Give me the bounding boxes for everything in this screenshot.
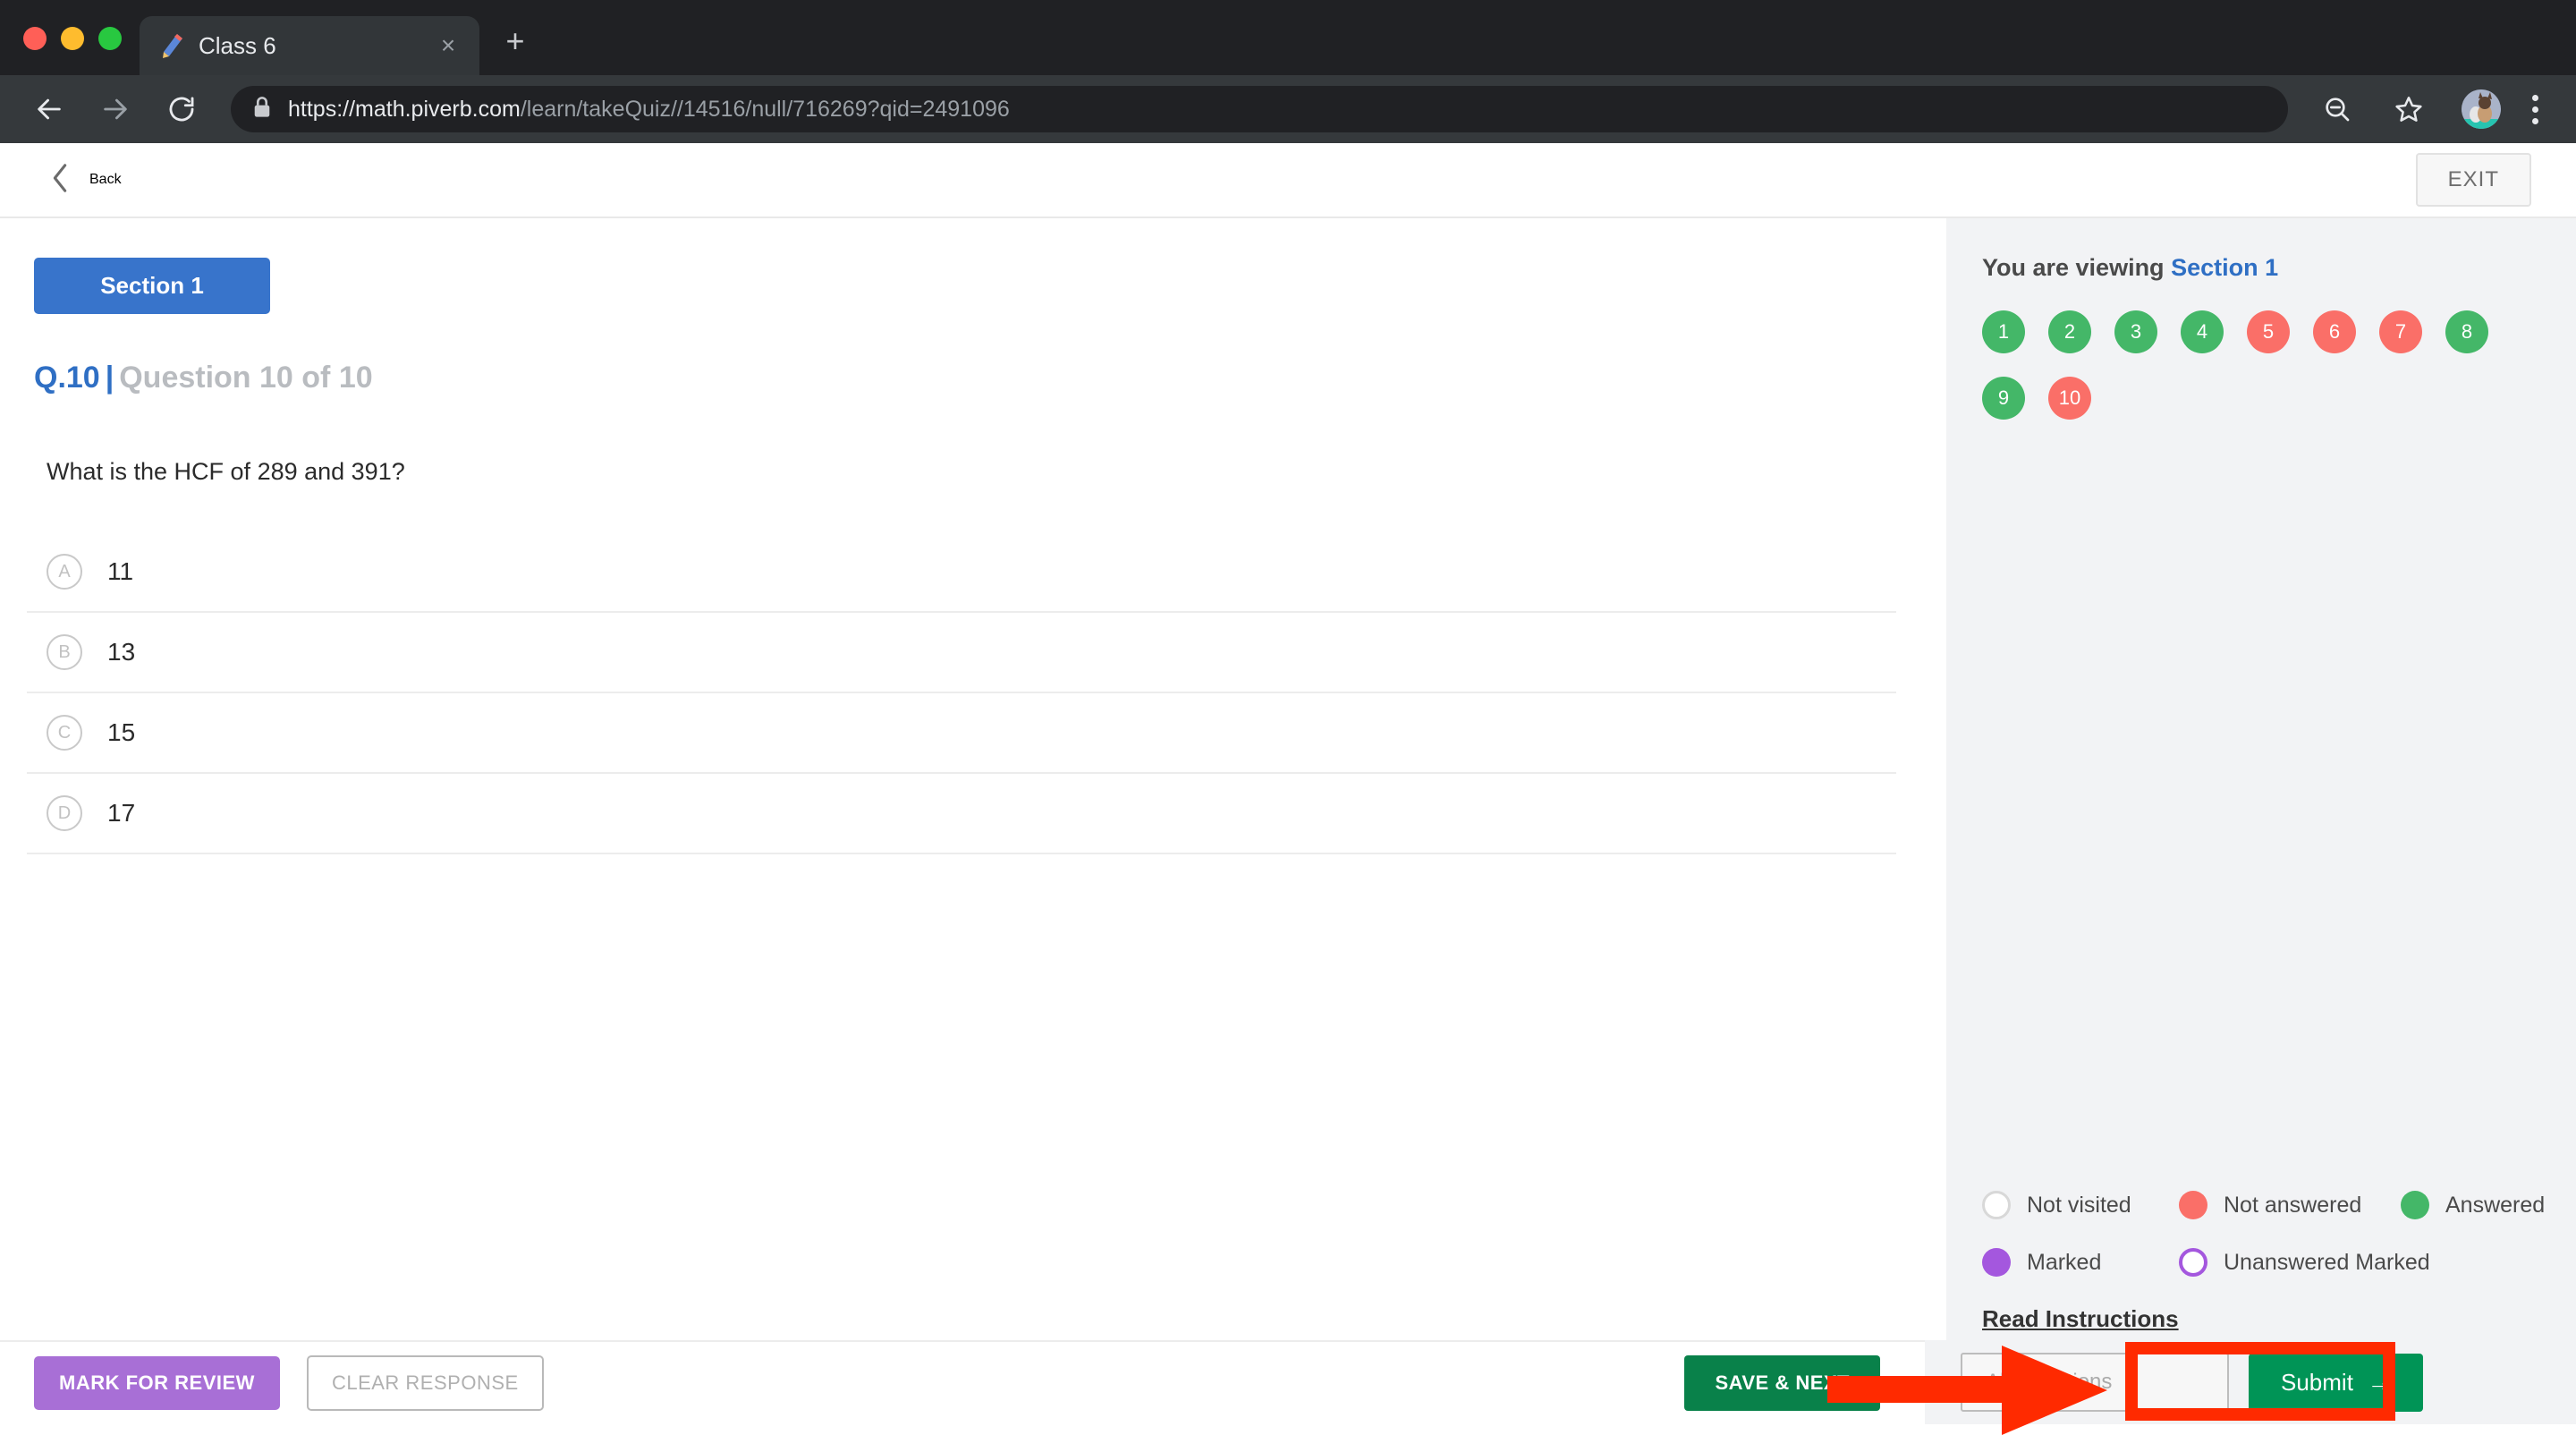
back-label: Back: [89, 172, 122, 187]
marked-dot-icon: [1982, 1248, 2011, 1277]
legend-label: Unanswered Marked: [2224, 1249, 2430, 1275]
tab-title: Class 6: [199, 31, 276, 59]
browser-chrome: Class 6 × + https://math.piverb.com/lear…: [0, 0, 2576, 143]
option-row[interactable]: C 15: [27, 693, 1896, 774]
minimize-window-button[interactable]: [61, 27, 84, 50]
section-tab-button[interactable]: Section 1: [34, 258, 270, 314]
palette-item-10[interactable]: 10: [2048, 377, 2091, 420]
palette-item-8[interactable]: 8: [2445, 310, 2488, 353]
legend-unanswered-marked: Unanswered Marked: [2179, 1248, 2430, 1277]
heading-divider: |: [105, 361, 114, 395]
lock-icon: [252, 96, 272, 123]
reload-icon[interactable]: [156, 83, 208, 135]
close-icon[interactable]: ×: [433, 30, 463, 61]
palette-item-5[interactable]: 5: [2247, 310, 2290, 353]
browser-tab[interactable]: Class 6 ×: [140, 16, 479, 75]
close-window-button[interactable]: [23, 27, 47, 50]
maximize-window-button[interactable]: [98, 27, 122, 50]
viewing-section-link[interactable]: Section 1: [2171, 254, 2278, 281]
palette-item-1[interactable]: 1: [1982, 310, 2025, 353]
star-icon[interactable]: [2383, 83, 2435, 135]
legend-label: Not visited: [2027, 1192, 2131, 1218]
question-text: What is the HCF of 289 and 391?: [47, 458, 405, 485]
palette-item-9[interactable]: 9: [1982, 377, 2025, 420]
url-host: https://math.piverb.com: [288, 96, 521, 122]
submit-button[interactable]: Submit →: [2249, 1353, 2423, 1412]
back-arrow-icon[interactable]: [23, 83, 75, 135]
question-progress: Question 10 of 10: [119, 361, 373, 395]
legend-not-visited: Not visited: [1982, 1191, 2179, 1219]
arrow-right-icon: →: [2367, 1368, 2391, 1396]
option-row[interactable]: B 13: [27, 613, 1896, 693]
window-traffic-lights: [0, 27, 140, 75]
back-button[interactable]: Back: [50, 163, 122, 198]
bottom-left-actions: MARK FOR REVIEW CLEAR RESPONSE SAVE & NE…: [0, 1340, 1925, 1424]
annotation-arrow-icon: [1827, 1346, 2123, 1435]
mark-for-review-button[interactable]: MARK FOR REVIEW: [34, 1356, 280, 1410]
new-tab-icon[interactable]: +: [496, 23, 535, 63]
palette-legend: Not visited Not answered Answered Marked: [1982, 1191, 2576, 1340]
cat-avatar-icon[interactable]: [2462, 89, 2501, 129]
question-panel: Section 1 Q.10 | Question 10 of 10 What is…: [0, 218, 1946, 1340]
pencil-icon: [161, 32, 184, 59]
forward-arrow-icon[interactable]: [89, 83, 141, 135]
palette-item-4[interactable]: 4: [2181, 310, 2224, 353]
question-number: Q.10: [34, 361, 100, 395]
question-palette-sidebar: You are viewing Section 1 1 2 3 4 5 6 7 …: [1946, 218, 2576, 1340]
legend-row: Not visited Not answered Answered: [1982, 1191, 2576, 1219]
option-text: 11: [107, 557, 134, 585]
viewing-section-label: You are viewing Section 1: [1982, 254, 2576, 282]
option-letter: C: [47, 715, 82, 751]
legend-label: Marked: [2027, 1249, 2102, 1275]
palette-item-7[interactable]: 7: [2379, 310, 2422, 353]
not-answered-dot-icon: [2179, 1191, 2207, 1219]
options-list: A 11 B 13 C 15 D 17: [27, 532, 1896, 854]
tab-strip: Class 6 × +: [0, 0, 2576, 75]
three-dot-menu-icon[interactable]: [2517, 88, 2553, 131]
palette-item-2[interactable]: 2: [2048, 310, 2091, 353]
question-heading: Q.10 | Question 10 of 10: [34, 361, 1896, 395]
legend-answered: Answered: [2401, 1191, 2545, 1219]
app-body: Section 1 Q.10 | Question 10 of 10 What is…: [0, 218, 2576, 1340]
option-letter: B: [47, 634, 82, 670]
not-visited-dot-icon: [1982, 1191, 2011, 1219]
option-row[interactable]: A 11: [27, 532, 1896, 613]
legend-label: Answered: [2445, 1192, 2546, 1218]
option-letter: D: [47, 795, 82, 831]
bottom-action-bar: MARK FOR REVIEW CLEAR RESPONSE SAVE & NE…: [0, 1340, 2576, 1424]
legend-marked: Marked: [1982, 1248, 2179, 1277]
legend-label: Not answered: [2224, 1192, 2362, 1218]
palette-item-6[interactable]: 6: [2313, 310, 2356, 353]
legend-row: Marked Unanswered Marked: [1982, 1248, 2576, 1277]
exit-button[interactable]: EXIT: [2415, 153, 2531, 207]
read-instructions-link[interactable]: Read Instructions: [1982, 1305, 2576, 1333]
option-letter: A: [47, 554, 82, 590]
question-palette: 1 2 3 4 5 6 7 8 9 10: [1982, 310, 2537, 420]
browser-toolbar: https://math.piverb.com/learn/takeQuiz//…: [0, 75, 2576, 143]
legend-not-answered: Not answered: [2179, 1191, 2401, 1219]
toolbar-right-actions: [2304, 83, 2560, 135]
url-path: /learn/takeQuiz//14516/null/716269?qid=2…: [520, 96, 1010, 122]
address-bar[interactable]: https://math.piverb.com/learn/takeQuiz//…: [231, 86, 2288, 132]
answered-dot-icon: [2401, 1191, 2429, 1219]
clear-response-button[interactable]: CLEAR RESPONSE: [306, 1355, 544, 1411]
option-text: 13: [107, 638, 136, 666]
viewing-prefix: You are viewing: [1982, 254, 2165, 281]
unanswered-marked-dot-icon: [2179, 1248, 2207, 1277]
quiz-app: Back EXIT Section 1 Q.10 | Question 10 of …: [0, 143, 2576, 1435]
app-header: Back EXIT: [0, 143, 2576, 218]
chevron-left-icon: [50, 163, 70, 198]
zoom-out-icon[interactable]: [2311, 83, 2363, 135]
option-text: 15: [107, 718, 136, 746]
submit-label: Submit: [2281, 1368, 2353, 1396]
palette-item-3[interactable]: 3: [2114, 310, 2157, 353]
option-row[interactable]: D 17: [27, 774, 1896, 854]
url-text: https://math.piverb.com/learn/takeQuiz//…: [288, 97, 1010, 123]
option-text: 17: [107, 799, 136, 827]
